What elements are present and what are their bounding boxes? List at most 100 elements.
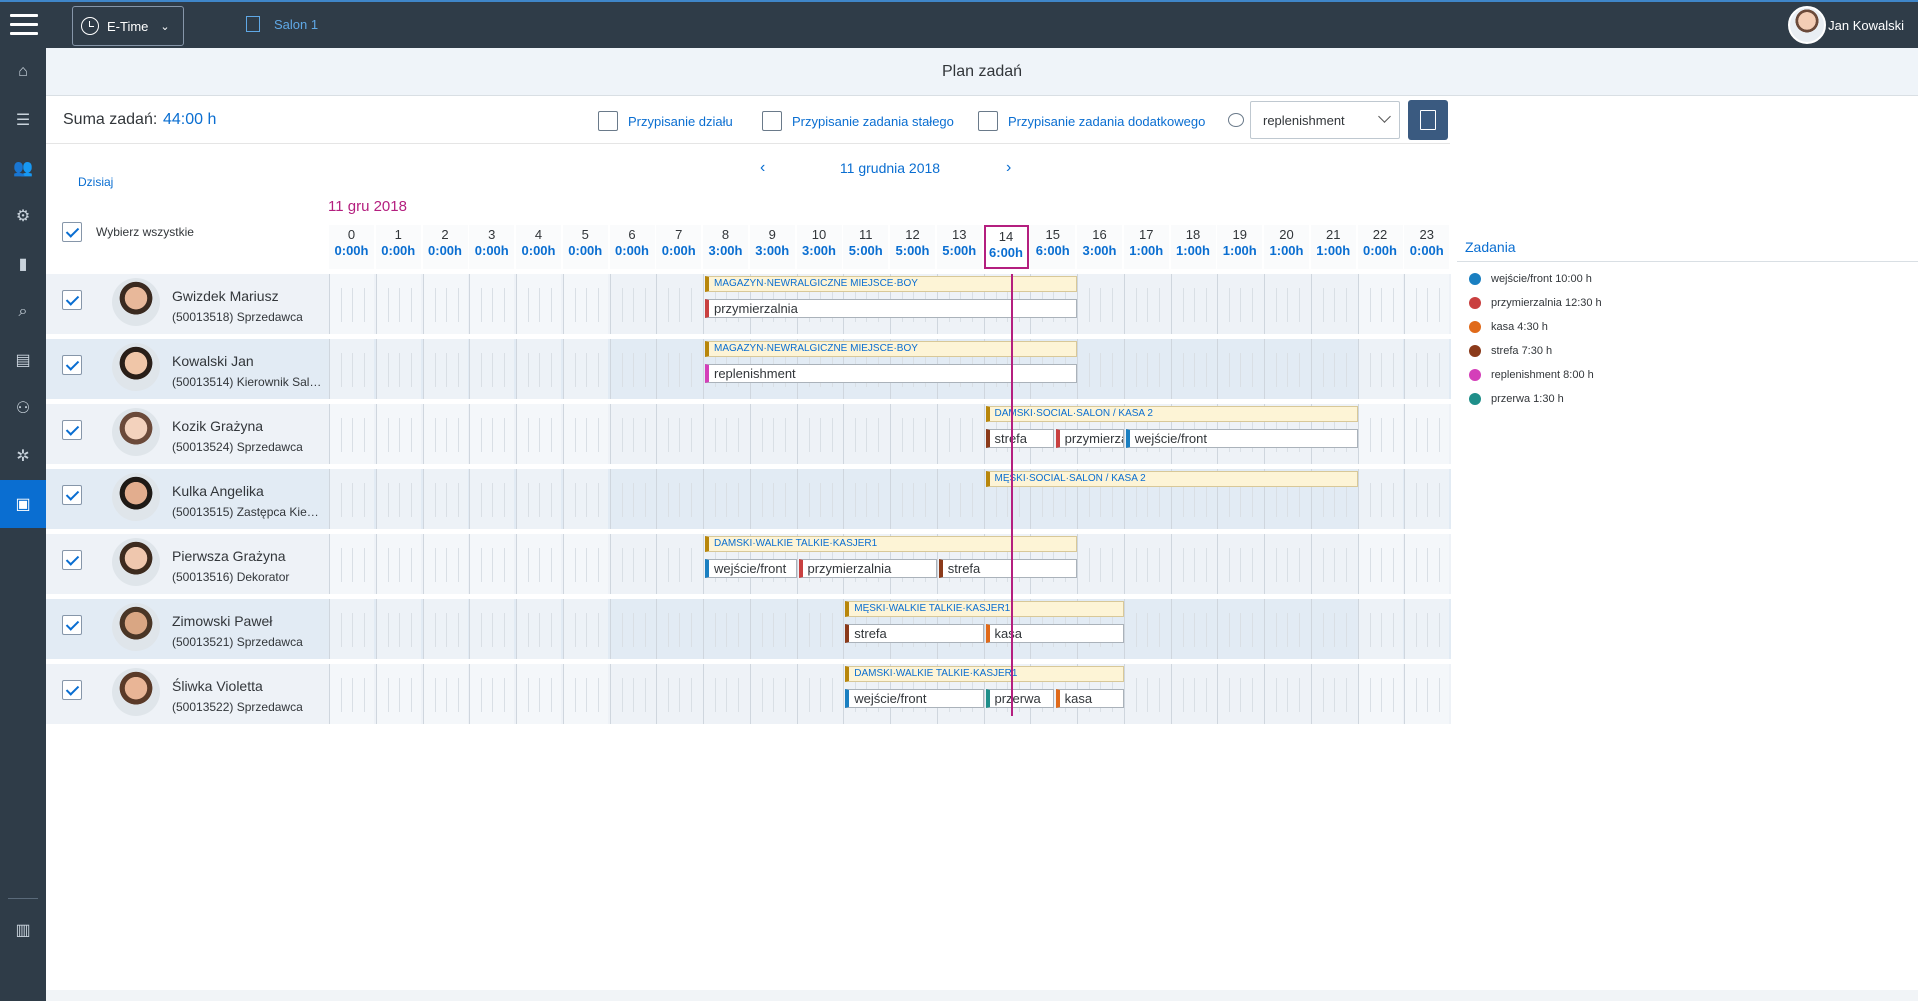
department-bar[interactable]: DAMSKI·WALKIE TALKIE·KASJER1 [705,536,1077,552]
hour-cell[interactable] [1404,599,1450,659]
hour-cell[interactable] [1404,469,1450,529]
task-bar[interactable]: przymierzalnia [1055,429,1124,448]
hour-cell[interactable] [422,404,468,464]
hour-cell[interactable] [469,469,515,529]
hour-cell[interactable] [469,339,515,399]
hour-cell[interactable] [1217,274,1262,334]
hour-cell[interactable] [796,469,842,529]
nav-checklist[interactable]: ☰ [0,96,46,144]
hour-cell[interactable] [422,534,468,594]
hour-cell[interactable] [1170,534,1216,594]
row-checkbox[interactable] [62,550,82,570]
hour-cell[interactable] [656,274,701,334]
hour-cell[interactable] [1310,664,1356,724]
row-checkbox[interactable] [62,680,82,700]
hour-cell[interactable] [329,274,374,334]
hour-cell[interactable] [609,599,655,659]
hour-cell[interactable] [469,404,515,464]
hour-cell[interactable] [656,404,701,464]
hour-cell[interactable] [1310,274,1356,334]
department-bar[interactable]: MĘSKI·WALKIE TALKIE·KASJER1 [845,601,1124,617]
hour-cell[interactable] [1123,274,1169,334]
hour-cell[interactable] [1357,404,1403,464]
hour-cell[interactable] [703,469,748,529]
hour-cell[interactable] [375,339,421,399]
row-checkbox[interactable] [62,420,82,440]
hour-cell[interactable] [1310,339,1356,399]
hour-cell[interactable] [1357,339,1403,399]
task-bar[interactable]: wejście/front [1125,429,1358,448]
hour-cell[interactable] [422,599,468,659]
hour-cell[interactable] [422,469,468,529]
hour-cell[interactable] [1217,339,1262,399]
nav-people[interactable]: 👥 [0,144,46,192]
hour-cell[interactable] [609,534,655,594]
hour-cell[interactable] [1310,599,1356,659]
hour-cell[interactable] [329,404,374,464]
hour-cell[interactable] [1123,664,1169,724]
user-menu[interactable]: Jan Kowalski [1788,6,1904,44]
hour-cell[interactable] [609,404,655,464]
hour-cell[interactable] [1123,339,1169,399]
hour-cell[interactable] [1357,599,1403,659]
hour-cell[interactable] [1357,534,1403,594]
palette-icon[interactable] [1228,113,1244,127]
select-all-checkbox[interactable] [62,222,82,242]
hour-cell[interactable] [562,469,608,529]
hour-cell[interactable] [1404,274,1450,334]
hour-cell[interactable] [1264,534,1309,594]
hour-cell[interactable] [516,339,561,399]
row-checkbox[interactable] [62,355,82,375]
nav-building[interactable]: ▥ [0,906,46,954]
prev-day-icon[interactable]: ‹ [760,159,774,177]
hour-cell[interactable] [1077,274,1122,334]
hour-cell[interactable] [375,469,421,529]
hour-cell[interactable] [516,534,561,594]
task-bar[interactable]: strefa [938,559,1077,578]
task-bar[interactable]: replenishment [705,364,1077,383]
hour-cell[interactable] [1170,599,1216,659]
hour-cell[interactable] [609,339,655,399]
hour-cell[interactable] [1357,469,1403,529]
nav-chart[interactable]: ▮ [0,240,46,288]
hour-cell[interactable] [1404,664,1450,724]
hour-cell[interactable] [890,469,935,529]
task-bar[interactable]: przerwa [985,689,1054,708]
location-link[interactable]: Salon 1 [246,16,318,32]
hour-cell[interactable] [562,534,608,594]
department-bar[interactable]: MĘSKI·SOCIAL·SALON / KASA 2 [985,471,1358,487]
hour-cell[interactable] [656,469,701,529]
hour-cell[interactable] [1217,599,1262,659]
hour-cell[interactable] [936,469,982,529]
hour-cell[interactable] [1264,664,1309,724]
hour-cell[interactable] [1077,339,1122,399]
hour-cell[interactable] [375,404,421,464]
hour-cell[interactable] [890,404,935,464]
hour-cell[interactable] [843,469,888,529]
list-view-button[interactable] [1408,100,1448,140]
task-bar[interactable]: przymierzalnia [705,299,1077,318]
task-bar[interactable]: wejście/front [705,559,797,578]
hour-cell[interactable] [936,404,982,464]
hour-cell[interactable] [703,664,748,724]
app-switcher[interactable]: E-Time ⌄ [72,6,184,46]
hour-cell[interactable] [562,599,608,659]
department-bar[interactable]: MAGAZYN·NEWRALGICZNE MIEJSCE·BOY [705,276,1077,292]
hour-cell[interactable] [375,664,421,724]
hour-cell[interactable] [749,469,795,529]
hour-cell[interactable] [656,664,701,724]
menu-icon[interactable] [10,14,38,36]
task-bar[interactable]: kasa [1055,689,1124,708]
hour-cell[interactable] [1264,599,1309,659]
hour-cell[interactable] [1357,274,1403,334]
hour-cell[interactable] [516,274,561,334]
hour-cell[interactable] [703,404,748,464]
hour-cell[interactable] [329,469,374,529]
hour-cell[interactable] [1264,274,1309,334]
task-bar[interactable]: strefa [845,624,984,643]
task-select[interactable]: replenishment [1250,101,1400,139]
hour-cell[interactable] [703,599,748,659]
hour-cell[interactable] [1217,664,1262,724]
task-bar[interactable]: kasa [985,624,1124,643]
hour-cell[interactable] [609,664,655,724]
